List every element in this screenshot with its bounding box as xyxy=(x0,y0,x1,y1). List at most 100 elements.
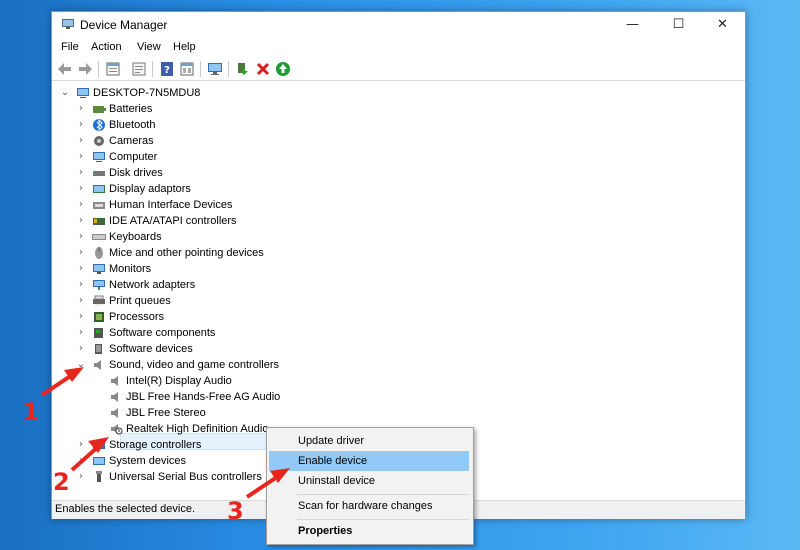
system-icon xyxy=(93,457,105,465)
tree-item-label: Monitors xyxy=(109,263,152,275)
chevron-right-icon[interactable]: › xyxy=(76,165,86,181)
speaker-icon xyxy=(111,392,118,402)
update-icon[interactable] xyxy=(131,61,147,77)
chevron-down-icon[interactable]: ⌄ xyxy=(60,85,70,101)
help-icon[interactable]: ? xyxy=(159,61,175,77)
printer-icon xyxy=(93,295,105,306)
context-uninstall-device[interactable]: Uninstall device xyxy=(269,471,469,491)
context-update-driver[interactable]: Update driver xyxy=(269,431,469,451)
storage-icon xyxy=(93,442,105,449)
toolbar-separator xyxy=(228,61,229,77)
chevron-right-icon[interactable]: › xyxy=(76,197,86,213)
chevron-right-icon[interactable]: › xyxy=(76,261,86,277)
tree-item-label: Processors xyxy=(109,311,165,323)
context-menu: Update driver Enable device Uninstall de… xyxy=(266,427,474,545)
computer-icon xyxy=(77,88,89,98)
back-arrow-icon[interactable] xyxy=(57,61,73,77)
tree-item-label: Intel(R) Display Audio xyxy=(126,375,232,387)
disk-icon xyxy=(93,171,105,176)
menu-file[interactable]: File xyxy=(61,41,79,53)
chevron-right-icon[interactable]: › xyxy=(76,181,86,197)
software-component-icon xyxy=(94,328,103,338)
chevron-right-icon[interactable]: › xyxy=(76,293,86,309)
chevron-right-icon[interactable]: › xyxy=(76,453,86,469)
tree-item-label: Network adapters xyxy=(109,279,196,291)
keyboard-icon xyxy=(92,234,106,240)
window-title: Device Manager xyxy=(80,18,168,32)
tree-item-label: Keyboards xyxy=(109,231,162,243)
speaker-disabled-icon xyxy=(111,424,123,435)
bluetooth-icon xyxy=(93,119,105,131)
processor-icon xyxy=(94,312,104,322)
tree-item-label: Software devices xyxy=(109,343,193,355)
chevron-right-icon[interactable]: › xyxy=(76,437,86,453)
menu-help[interactable]: Help xyxy=(173,41,196,53)
minimize-button[interactable]: — xyxy=(610,12,655,38)
tree-item-label: Sound, video and game controllers xyxy=(109,359,279,371)
speaker-icon xyxy=(111,376,118,386)
tree-root-label: DESKTOP-7N5MDU8 xyxy=(93,87,201,99)
display-icon xyxy=(93,185,105,193)
annotation-number-3: 3 xyxy=(227,497,244,525)
chevron-right-icon[interactable]: › xyxy=(76,277,86,293)
toolbar-separator xyxy=(200,61,201,77)
uninstall-icon[interactable] xyxy=(255,61,271,77)
enable-icon[interactable] xyxy=(275,61,291,77)
menu-bar: File Action View Help xyxy=(52,38,745,58)
tree-item-label: System devices xyxy=(109,455,187,467)
tree-item-label: Software components xyxy=(109,327,216,339)
monitor-icon[interactable] xyxy=(207,61,223,77)
menu-view[interactable]: View xyxy=(137,41,161,53)
close-button[interactable]: ✕ xyxy=(700,12,745,38)
status-text: Enables the selected device. xyxy=(55,503,196,515)
chevron-right-icon[interactable]: › xyxy=(76,149,86,165)
chevron-right-icon[interactable]: › xyxy=(76,469,86,485)
tree-item-label: Computer xyxy=(109,151,158,163)
annotation-number-1: 1 xyxy=(22,398,39,426)
title-bar: Device Manager — ☐ ✕ xyxy=(52,12,745,38)
tree-item-label: Universal Serial Bus controllers xyxy=(109,471,262,483)
context-enable-device[interactable]: Enable device xyxy=(269,451,469,471)
context-properties[interactable]: Properties xyxy=(269,521,469,541)
sound-icon xyxy=(94,360,101,370)
properties-icon[interactable] xyxy=(105,61,121,77)
menu-action[interactable]: Action xyxy=(91,41,122,53)
chevron-down-icon[interactable]: ⌄ xyxy=(76,357,86,373)
context-separator xyxy=(297,494,469,495)
context-scan-hardware[interactable]: Scan for hardware changes xyxy=(269,496,469,516)
update-driver-icon[interactable] xyxy=(235,61,251,77)
tree-item-label: Mice and other pointing devices xyxy=(109,247,264,259)
tree-item-label: Realtek High Definition Audio xyxy=(126,423,269,435)
annotation-number-2: 2 xyxy=(53,468,70,496)
device-manager-icon xyxy=(62,19,74,29)
tree-item-label: Disk drives xyxy=(109,167,163,179)
forward-arrow-icon[interactable] xyxy=(77,61,93,77)
chevron-right-icon[interactable]: › xyxy=(76,245,86,261)
tree-item-label: Storage controllers xyxy=(109,439,202,451)
mouse-icon xyxy=(95,247,103,259)
toolbar-separator xyxy=(98,61,99,77)
chevron-right-icon[interactable]: › xyxy=(76,229,86,245)
tree-item-label: Display adaptors xyxy=(109,183,191,195)
chevron-right-icon[interactable]: › xyxy=(76,341,86,357)
usb-icon xyxy=(96,471,102,482)
tree-item-label: Bluetooth xyxy=(109,119,156,131)
context-separator xyxy=(297,519,469,520)
chevron-right-icon[interactable]: › xyxy=(76,309,86,325)
chevron-right-icon[interactable]: › xyxy=(76,213,86,229)
chevron-right-icon[interactable]: › xyxy=(76,117,86,133)
tree-item-label: IDE ATA/ATAPI controllers xyxy=(109,215,237,227)
tree-item-label: JBL Free Stereo xyxy=(126,407,206,419)
maximize-button[interactable]: ☐ xyxy=(656,12,701,38)
battery-icon xyxy=(93,106,106,113)
tree-item-label: Batteries xyxy=(109,103,153,115)
chevron-right-icon[interactable]: › xyxy=(76,325,86,341)
tree-item-label: Human Interface Devices xyxy=(109,199,233,211)
chevron-right-icon[interactable]: › xyxy=(76,133,86,149)
view-icon[interactable] xyxy=(179,61,195,77)
camera-icon xyxy=(94,136,104,146)
software-device-icon xyxy=(95,344,102,354)
speaker-icon xyxy=(111,408,118,418)
svg-text:?: ? xyxy=(164,65,170,76)
chevron-right-icon[interactable]: › xyxy=(76,101,86,117)
